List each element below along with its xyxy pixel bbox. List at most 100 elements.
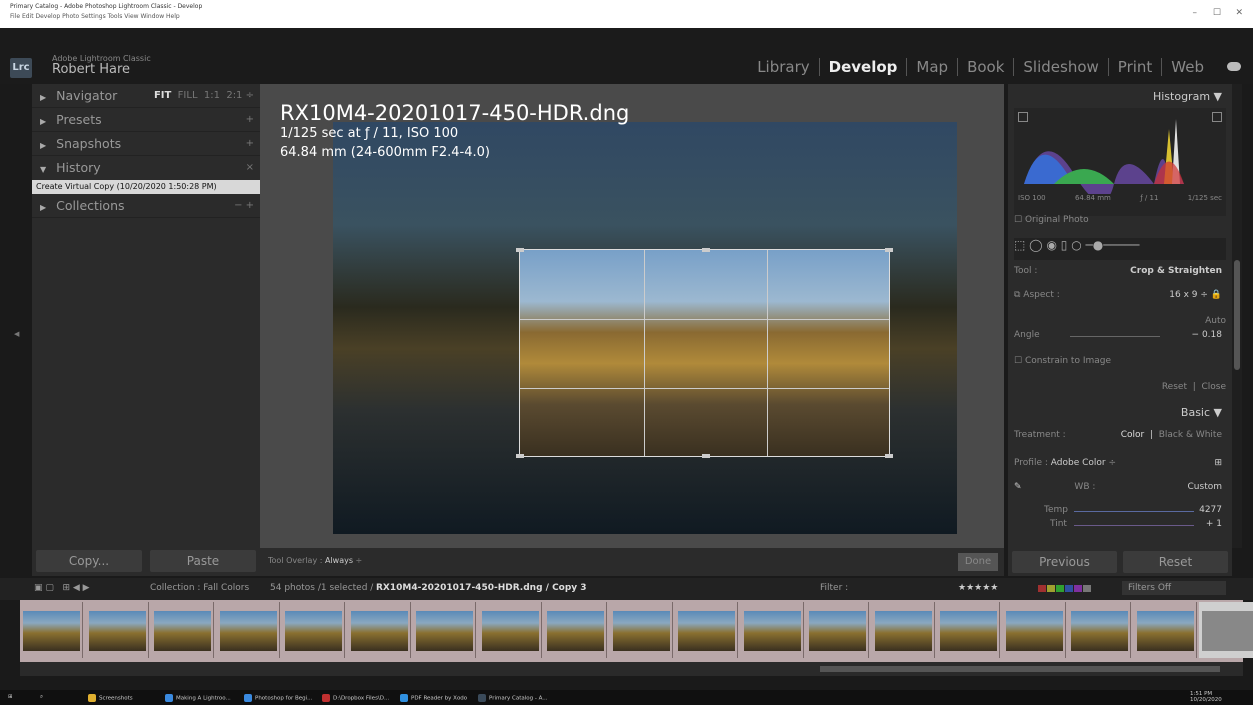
clear-history-icon[interactable]: × (246, 156, 254, 180)
presets-header[interactable]: ▶ Presets + (32, 108, 260, 132)
filmstrip-thumbnail[interactable] (217, 602, 280, 658)
basic-header[interactable]: Basic ▼ (1181, 406, 1222, 419)
taskbar-item[interactable]: Screenshots (88, 694, 133, 702)
add-snapshot-icon[interactable]: + (246, 132, 254, 156)
temp-slider[interactable] (1074, 511, 1194, 512)
redeye-icon[interactable]: ◉ (1046, 238, 1056, 252)
tool-overlay-selector[interactable]: Tool Overlay : Always ÷ (268, 556, 362, 565)
aspect-value[interactable]: 16 x 9 ÷ 🔒 (1169, 290, 1222, 300)
auto-button[interactable]: Auto (1014, 316, 1226, 326)
color-label-filter[interactable] (1038, 585, 1091, 595)
previous-button[interactable]: Previous (1012, 551, 1117, 573)
filmstrip-thumbnail[interactable] (1134, 602, 1197, 658)
snapshots-header[interactable]: ▶ Snapshots + (32, 132, 260, 156)
taskbar-item[interactable]: D:\Dropbox Files\D... (322, 694, 389, 702)
filmstrip-thumbnail[interactable] (348, 602, 411, 658)
crop-handle[interactable] (516, 248, 524, 252)
crop-handle[interactable] (516, 454, 524, 458)
filmstrip-thumbnail[interactable] (675, 602, 738, 658)
module-develop[interactable]: Develop (818, 58, 907, 76)
module-library[interactable]: Library (748, 58, 818, 76)
taskbar-item[interactable]: Primary Catalog - A... (478, 694, 548, 702)
filmstrip-thumbnail[interactable] (1003, 602, 1066, 658)
view-toggle-icons[interactable]: ▣ ▢ ⊞ ◀ ▶ (34, 583, 90, 593)
original-photo-checkbox[interactable]: ☐ Original Photo (1014, 215, 1226, 225)
angle-slider[interactable] (1070, 336, 1160, 337)
shadow-clipping-icon[interactable] (1018, 112, 1028, 122)
brush-slider-icon[interactable]: ─●───── (1086, 238, 1140, 252)
crop-rectangle[interactable] (516, 248, 893, 458)
photo-canvas[interactable] (333, 122, 957, 534)
filmstrip-thumbnail[interactable] (872, 602, 935, 658)
temp-row[interactable]: Temp 4277 (1014, 505, 1226, 515)
filmstrip-thumbnail[interactable] (610, 602, 673, 658)
eyedropper-icon[interactable]: ✎ (1014, 482, 1022, 492)
filmstrip-thumbnail[interactable] (1068, 602, 1131, 658)
star-filter[interactable]: ★★★★★ (958, 583, 998, 593)
right-panel-scrollbar[interactable] (1232, 84, 1242, 548)
paste-button[interactable]: Paste (150, 550, 256, 572)
treatment-color[interactable]: Color (1121, 430, 1145, 440)
module-map[interactable]: Map (906, 58, 957, 76)
taskbar-item[interactable]: Photoshop for Begi... (244, 694, 312, 702)
filmstrip-thumbnail[interactable] (413, 602, 476, 658)
reset-button[interactable]: Reset (1123, 551, 1228, 573)
profile-row[interactable]: Profile : Adobe Color ÷ ⊞ (1014, 458, 1226, 468)
tint-slider[interactable] (1074, 525, 1194, 526)
history-header[interactable]: ▼ History × (32, 156, 260, 180)
module-slideshow[interactable]: Slideshow (1013, 58, 1107, 76)
highlight-clipping-icon[interactable] (1212, 112, 1222, 122)
filmstrip-thumbnail[interactable] (479, 602, 542, 658)
taskbar-item[interactable]: PDF Reader by Xodo (400, 694, 467, 702)
start-icon[interactable]: ⊞ (8, 694, 13, 700)
filmstrip-thumbnail[interactable] (544, 602, 607, 658)
crop-close-button[interactable]: Close (1201, 382, 1226, 392)
cloud-icon[interactable] (1227, 62, 1241, 71)
treatment-bw[interactable]: Black & White (1159, 430, 1222, 440)
filmstrip-thumbnail[interactable] (20, 602, 83, 658)
filmstrip-thumbnail[interactable] (806, 602, 869, 658)
radial-filter-icon[interactable]: ○ (1071, 238, 1081, 252)
profile-browser-icon[interactable]: ⊞ (1214, 458, 1222, 468)
filmstrip-thumbnail[interactable] (151, 602, 214, 658)
module-web[interactable]: Web (1161, 58, 1213, 76)
filmstrip-thumbnail[interactable] (937, 602, 1000, 658)
filmstrip-thumbnail[interactable] (86, 602, 149, 658)
search-icon[interactable]: ⌕ (40, 694, 43, 701)
history-item[interactable]: Create Virtual Copy (10/20/2020 1:50:28 … (32, 180, 260, 194)
close-icon[interactable]: ✕ (1235, 8, 1243, 18)
filmstrip-scrollbar[interactable] (20, 662, 1243, 676)
histogram-header[interactable]: Histogram ▼ (1153, 90, 1222, 103)
crop-handle[interactable] (885, 248, 893, 252)
module-print[interactable]: Print (1107, 58, 1162, 76)
tint-row[interactable]: Tint + 1 (1014, 519, 1226, 529)
filters-off-dropdown[interactable]: Filters Off (1122, 581, 1226, 595)
copy-button[interactable]: Copy... (36, 550, 142, 572)
crop-handle[interactable] (702, 454, 710, 458)
left-panel-toggle-icon[interactable]: ◀ (14, 330, 19, 338)
module-book[interactable]: Book (957, 58, 1013, 76)
collection-controls-icon[interactable]: − + (234, 194, 254, 218)
wb-row[interactable]: ✎ WB : Custom (1014, 482, 1226, 492)
menu-bar[interactable]: File Edit Develop Photo Settings Tools V… (10, 13, 180, 20)
current-file[interactable]: RX10M4-20201017-450-HDR.dng / Copy 3 (376, 583, 587, 593)
filmstrip-thumbnail[interactable] (282, 602, 345, 658)
clock[interactable]: 1:51 PM 10/20/2020 (1190, 691, 1222, 703)
image-viewer[interactable]: RX10M4-20201017-450-HDR.dng 1/125 sec at… (260, 84, 1004, 548)
crop-handle[interactable] (702, 248, 710, 252)
aspect-row[interactable]: ⧉ Aspect :16 x 9 ÷ 🔒 (1014, 290, 1226, 300)
navigator-header[interactable]: ▶ Navigator FIT FILL 1:1 2:1 ÷ (32, 84, 260, 108)
constrain-checkbox[interactable]: ☐ Constrain to Image (1014, 356, 1226, 366)
taskbar-item[interactable]: Making A Lightroo... (165, 694, 231, 702)
filmstrip[interactable] (20, 600, 1253, 662)
graduated-filter-icon[interactable]: ▯ (1061, 238, 1068, 252)
maximize-icon[interactable]: ☐ (1213, 8, 1221, 18)
crop-reset-button[interactable]: Reset (1162, 382, 1187, 392)
filmstrip-thumbnail[interactable] (1199, 602, 1253, 658)
navigator-zoom-options[interactable]: FIT FILL 1:1 2:1 ÷ (154, 84, 254, 108)
collections-header[interactable]: ▶ Collections − + (32, 194, 260, 218)
collection-label[interactable]: Collection : Fall Colors (150, 583, 249, 593)
add-preset-icon[interactable]: + (246, 108, 254, 132)
spot-removal-icon[interactable]: ◯ (1029, 238, 1042, 252)
done-button[interactable]: Done (958, 553, 998, 571)
